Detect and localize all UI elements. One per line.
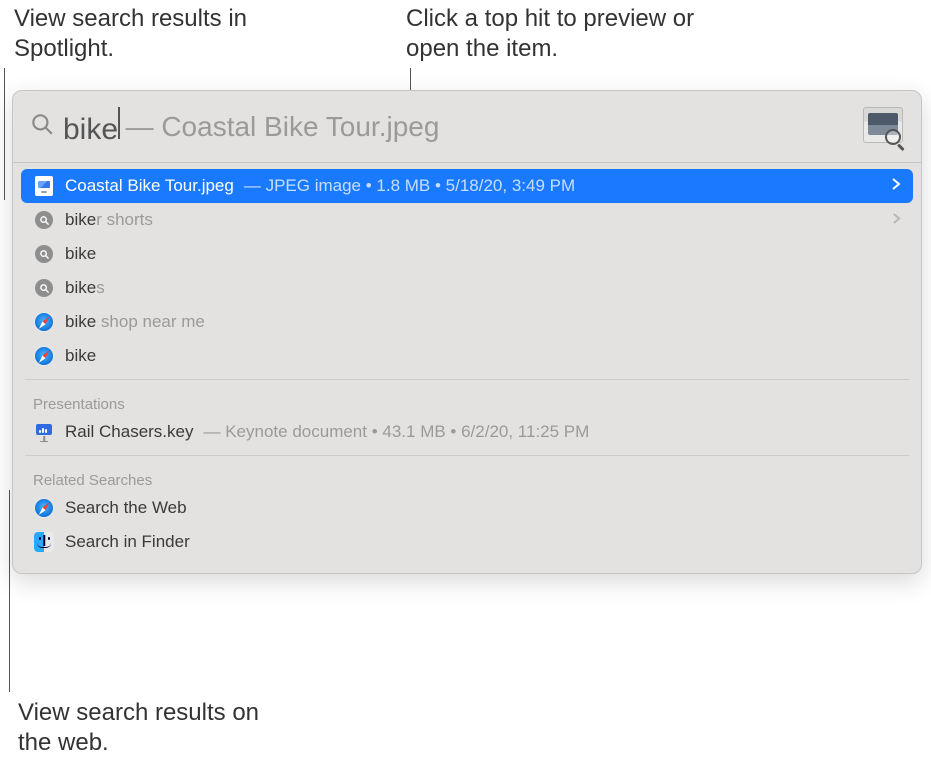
callout-top-left: View search results in Spotlight.: [14, 4, 294, 64]
presentation-filename: Rail Chasers.key: [65, 422, 194, 442]
safari-icon: [33, 497, 55, 519]
search-suggestion-icon: [33, 277, 55, 299]
presentation-meta: — Keynote document • 43.1 MB • 6/2/20, 1…: [204, 422, 590, 442]
top-hit-filename: Coastal Bike Tour.jpeg: [65, 176, 234, 196]
suggestion-match: bike: [65, 278, 96, 297]
related-search-label: Search in Finder: [65, 532, 190, 552]
suggestion-row[interactable]: bike: [21, 237, 913, 271]
related-search-label: Search the Web: [65, 498, 187, 518]
section-header-presentations: Presentations: [21, 386, 913, 415]
suggestion-row[interactable]: biker shorts: [21, 203, 913, 237]
search-suggestion-icon: [33, 243, 55, 265]
suggestion-rest: r shorts: [96, 210, 153, 229]
callout-line: [9, 490, 10, 692]
chevron-right-icon: [892, 210, 901, 230]
search-suggestion-icon: [33, 209, 55, 231]
suggestion-row[interactable]: bikes: [21, 271, 913, 305]
search-in-finder-row[interactable]: Search in Finder: [21, 525, 913, 559]
preview-app-icon: [861, 105, 905, 149]
spotlight-search-row[interactable]: bike — Coastal Bike Tour.jpeg: [13, 91, 921, 163]
callout-line: [4, 68, 5, 200]
chevron-right-icon: [891, 176, 901, 196]
presentation-row[interactable]: Rail Chasers.key — Keynote document • 43…: [21, 415, 913, 449]
search-icon: [29, 111, 55, 142]
web-suggestion-row[interactable]: bike: [21, 339, 913, 373]
keynote-file-icon: [33, 421, 55, 443]
top-hit-meta: — JPEG image • 1.8 MB • 5/18/20, 3:49 PM: [244, 176, 575, 196]
callout-top-right: Click a top hit to preview or open the i…: [406, 4, 726, 64]
safari-icon: [33, 311, 55, 333]
safari-icon: [33, 345, 55, 367]
spotlight-results: Coastal Bike Tour.jpeg — JPEG image • 1.…: [13, 163, 921, 573]
text-cursor: [118, 107, 120, 139]
jpeg-file-icon: [33, 175, 55, 197]
web-suggestion-row[interactable]: bike shop near me: [21, 305, 913, 339]
section-header-related: Related Searches: [21, 462, 913, 491]
search-the-web-row[interactable]: Search the Web: [21, 491, 913, 525]
suggestion-rest: shop near me: [96, 312, 205, 331]
spotlight-window: bike — Coastal Bike Tour.jpeg Coastal Bi…: [12, 90, 922, 574]
suggestion-match: bike: [65, 346, 96, 365]
section-divider: [25, 379, 909, 380]
suggestion-match: bike: [65, 244, 96, 263]
top-hit-row[interactable]: Coastal Bike Tour.jpeg — JPEG image • 1.…: [21, 169, 913, 203]
search-completion-text: — Coastal Bike Tour.jpeg: [126, 111, 440, 143]
search-query-text: bike: [63, 113, 118, 147]
spotlight-search-input[interactable]: bike — Coastal Bike Tour.jpeg: [63, 107, 861, 147]
callout-bottom: View search results on the web.: [18, 698, 298, 758]
suggestion-match: bike: [65, 312, 96, 331]
suggestion-rest: s: [96, 278, 105, 297]
section-divider: [25, 455, 909, 456]
finder-icon: [33, 531, 55, 553]
suggestion-match: bike: [65, 210, 96, 229]
